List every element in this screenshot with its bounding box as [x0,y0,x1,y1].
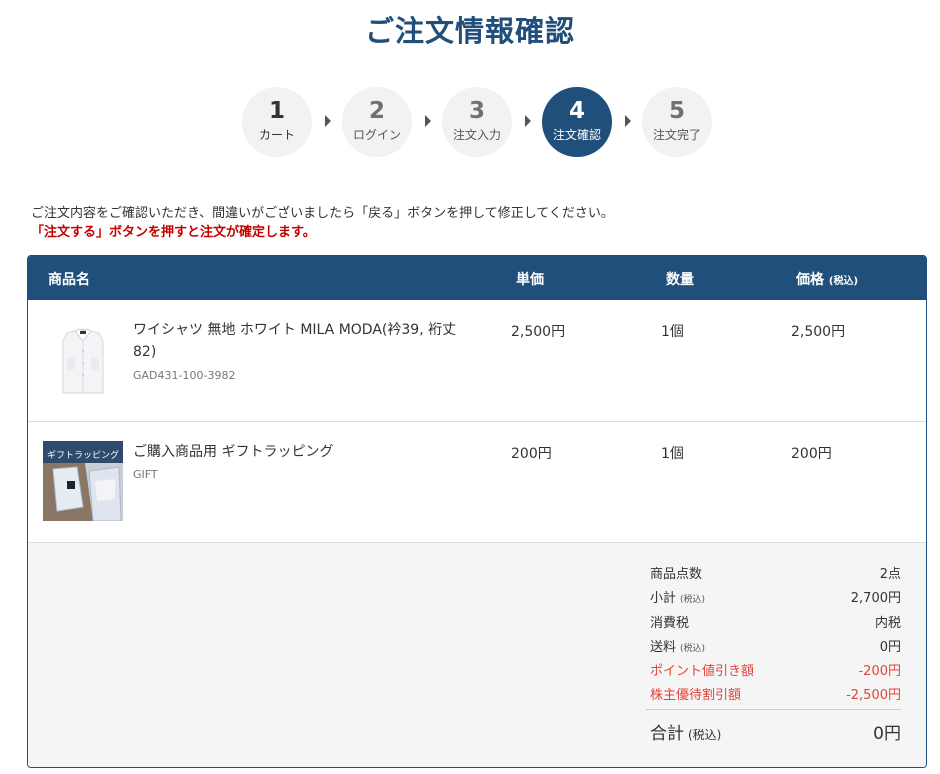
header-product-name: 商品名 [48,272,90,288]
total-label-group: 合計 (税込) [650,719,721,744]
header-price: 価格 (税込) [796,269,858,289]
step-label: カート [258,128,295,142]
gift-wrapping-image[interactable]: ギフトラッピング [43,441,123,522]
summary-value: 内税 [874,616,901,631]
summary-label: 商品点数 [650,567,703,582]
summary-divider [646,709,901,710]
product-code: GIFT [133,468,158,481]
step-order-input: 3 注文入力 [442,87,512,157]
shipping-label: 送料 [650,640,677,655]
header-price-label: 価格 [796,272,824,288]
step-arrow-icon [325,115,331,127]
item-price: 2,500円 [791,324,846,340]
summary-subtotal: 小計 (税込) 2,700円 [650,587,901,607]
total-value: 0円 [873,724,901,744]
summary-shareholder-discount: 株主優待割引額 -2,500円 [650,684,901,704]
step-label: 注文入力 [452,128,501,142]
unit-price: 200円 [511,446,552,462]
summary-point-discount: ポイント値引き額 -200円 [650,660,901,680]
step-number: 2 [368,98,385,124]
summary-value: 2,700円 [850,591,901,606]
step-arrow-icon [425,115,431,127]
step-label: 注文完了 [652,128,701,142]
tax-note: (税込) [680,644,706,654]
summary-value: -2,500円 [846,688,901,703]
step-arrow-icon [525,115,531,127]
gift-image-text: ギフトラッピング [47,449,119,461]
step-login: 2 ログイン [342,87,412,157]
header-quantity: 数量 [666,272,694,288]
summary-shipping: 送料 (税込) 0円 [650,636,901,656]
tax-note: (税込) [688,728,722,742]
step-cart: 1 カート [242,87,312,157]
summary-label: 消費税 [650,616,690,631]
step-number: 5 [668,98,685,124]
header-price-tax: (税込) [828,276,859,287]
quantity: 1個 [661,324,684,340]
step-number: 4 [568,98,585,124]
white-dress-shirt-image[interactable] [43,319,124,400]
summary-item-count: 商品点数 2点 [650,563,901,583]
step-label: 注文確認 [552,128,601,142]
table-row: ギフトラッピング ご購入商品用 ギフトラッピング GIFT 200円 1個 20… [28,422,926,543]
summary-total: 合計 (税込) 0円 [650,719,901,745]
gift-image-graphic: ギフトラッピング [43,441,123,522]
summary-label: 小計 (税込) [650,587,705,606]
product-code: GAD431-100-3982 [133,369,236,382]
unit-price: 2,500円 [511,324,566,340]
tax-note: (税込) [680,595,706,605]
product-name[interactable]: ワイシャツ 無地 ホワイト MILA MODA(衿39, 裄丈82) [133,319,473,363]
step-number: 3 [468,98,485,124]
shirt-image-graphic [43,319,124,400]
order-summary: 商品点数 2点 小計 (税込) 2,700円 消費税 内税 送料 (税込) 0円 ポ… [28,543,926,767]
notice-text: ご注文内容をご確認いただき、間違いがございましたら「戻る」ボタンを押して修正して… [31,206,614,221]
summary-label: 送料 (税込) [650,636,705,655]
table-header: 商品名 単価 数量 価格 (税込) [28,256,926,300]
step-number: 1 [268,98,285,124]
summary-label: ポイント値引き額 [650,664,755,679]
summary-value: 2点 [879,567,901,582]
confirmation-notice: ご注文内容をご確認いただき、間違いがございましたら「戻る」ボタンを押して修正して… [31,204,614,242]
table-row: ワイシャツ 無地 ホワイト MILA MODA(衿39, 裄丈82) GAD43… [28,300,926,422]
notice-warning: 「注文する」ボタンを押すと注文が確定します。 [31,225,316,240]
item-price: 200円 [791,446,832,462]
product-name[interactable]: ご購入商品用 ギフトラッピング [133,441,473,463]
step-arrow-icon [625,115,631,127]
summary-value: -200円 [858,664,901,679]
page-title: ご注文情報確認 [364,14,575,48]
step-label: ログイン [352,128,401,142]
step-order-confirm: 4 注文確認 [542,87,612,157]
summary-label: 株主優待割引額 [650,688,742,703]
subtotal-label: 小計 [650,591,677,606]
quantity: 1個 [661,446,684,462]
step-order-complete: 5 注文完了 [642,87,712,157]
summary-consumption-tax: 消費税 内税 [650,612,901,632]
summary-value: 0円 [879,640,901,655]
header-unit-price: 単価 [516,272,544,288]
total-label: 合計 [650,724,684,744]
order-table: 商品名 単価 数量 価格 (税込) ワイシャツ 無地 ホワイト MILA MOD… [27,255,927,768]
